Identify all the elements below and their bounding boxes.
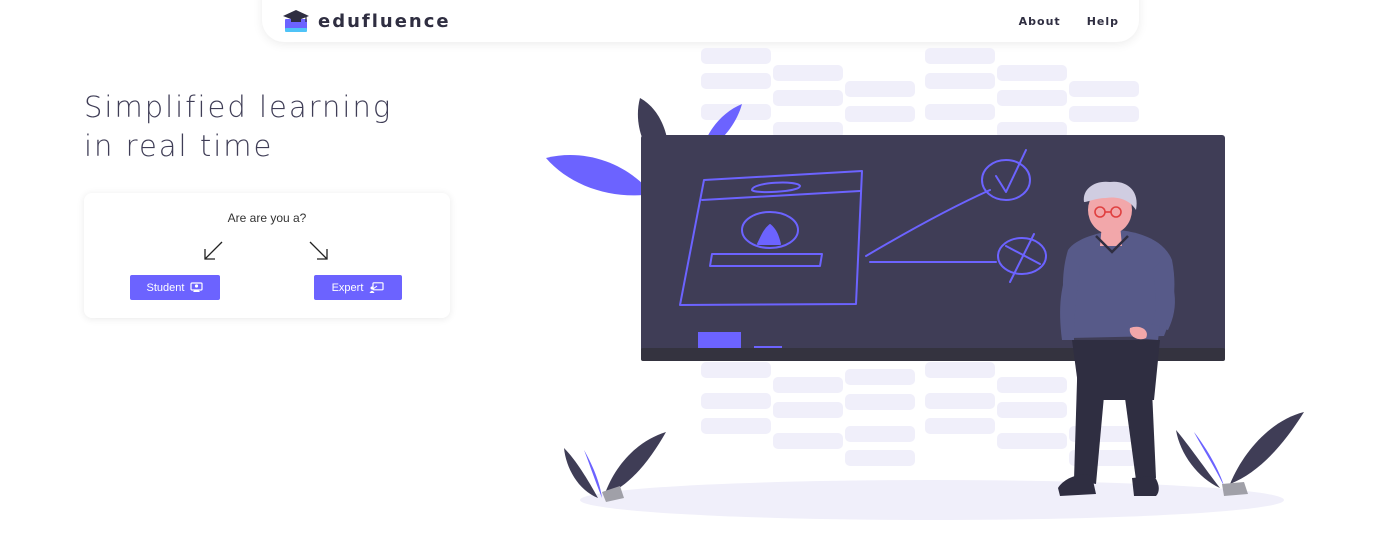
- ground-shadow: [580, 480, 1284, 520]
- teacher-blackboard-illustration: [546, 48, 1304, 520]
- teacher-board-icon: [369, 282, 384, 293]
- graduation-cap-book-icon: [283, 10, 309, 32]
- student-icon: [190, 282, 204, 292]
- hero-title: Simplified learning in real time: [84, 88, 504, 166]
- student-button[interactable]: Student: [130, 275, 220, 300]
- nav-help-link[interactable]: Help: [1087, 15, 1119, 28]
- hero-title-line-2: in real time: [84, 129, 274, 163]
- top-navbar: edufluence About Help: [262, 0, 1139, 42]
- student-button-label: Student: [146, 281, 185, 294]
- brand[interactable]: edufluence: [282, 9, 451, 33]
- role-selection-card: Are are you a? Student Expert: [84, 193, 450, 318]
- role-question: Are are you a?: [227, 211, 307, 225]
- arrow-down-right-icon: [309, 241, 328, 260]
- expert-button-label: Expert: [331, 281, 364, 294]
- expert-button[interactable]: Expert: [314, 275, 402, 300]
- purple-leaf-left: [546, 155, 652, 196]
- chalk-block: [698, 332, 741, 348]
- nav-about-link[interactable]: About: [1019, 15, 1061, 28]
- hero-title-line-1: Simplified learning: [84, 90, 393, 124]
- arrow-down-left-icon: [204, 241, 223, 260]
- brand-name: edufluence: [318, 10, 451, 32]
- plant-right: [1176, 412, 1304, 496]
- nav-links: About Help: [1019, 15, 1119, 28]
